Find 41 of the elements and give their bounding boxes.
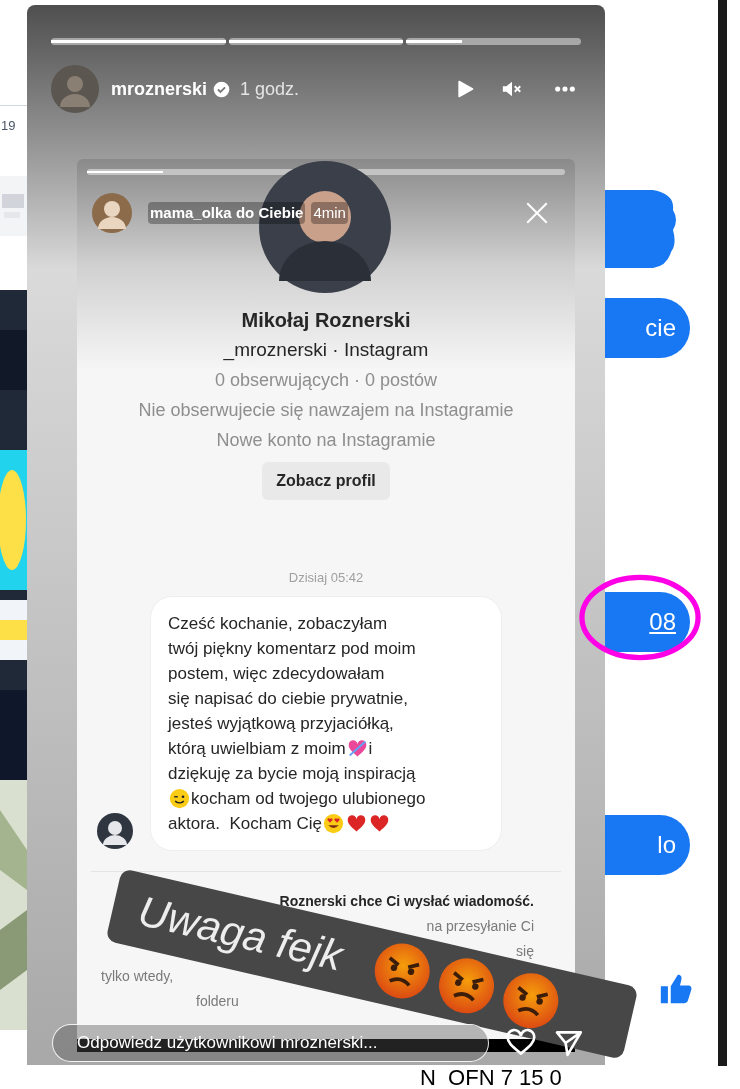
- heart-icon: [369, 813, 390, 834]
- message-text: twój piękny komentarz pod moim: [168, 637, 416, 660]
- message-text: Cześć kochanie, zobaczyłam: [168, 612, 388, 635]
- arrow-heart-icon: [346, 738, 368, 759]
- date-text: 19: [0, 117, 17, 135]
- message-text: aktora. Kocham Cię: [168, 812, 322, 835]
- profile-note: Nowe konto na Instagramie: [216, 429, 436, 452]
- timestamp: 4min: [311, 201, 348, 225]
- avatar: [92, 193, 132, 233]
- message-text: kocham od twojego ulubionego: [191, 787, 426, 810]
- profile-name: Mikołaj Roznerski: [241, 308, 411, 332]
- message-text: jesteś wyjątkową przyjaciółką,: [168, 712, 394, 735]
- request-text: na przesyłanie Ci: [426, 916, 534, 936]
- message-text: dziękuję za bycie moją inspiracją: [168, 762, 416, 785]
- view-profile-button[interactable]: Zobacz profil: [262, 462, 390, 500]
- request-text: folderu: [196, 991, 239, 1011]
- heart-icon: [346, 813, 367, 834]
- message-bubble: cie: [605, 298, 690, 358]
- username[interactable]: mroznerski: [111, 75, 208, 103]
- avatar: [97, 813, 133, 849]
- message-bubble: lo: [605, 815, 690, 875]
- caption-text: N OFN 7 15 0: [420, 1066, 563, 1089]
- close-icon[interactable]: [524, 200, 550, 226]
- wink-face-icon: [169, 788, 190, 809]
- request-text: się: [516, 941, 534, 961]
- request-text: tylko wtedy,: [101, 966, 174, 986]
- profile-stats: 0 obserwujących · 0 postów: [214, 369, 438, 392]
- message-text: się napisać do ciebie prywatnie,: [168, 687, 409, 710]
- date-text: Dzisiaj 05:42: [288, 570, 364, 586]
- request-title: Roznerski chce Ci wysłać wiadomość.: [279, 891, 534, 911]
- profile-handle: _mroznerski · Instagram: [223, 338, 429, 362]
- message-text: i: [368, 737, 373, 760]
- sender-text: mama_olka do Ciebie: [148, 201, 306, 225]
- heart-eyes-face-icon: [323, 813, 344, 834]
- reply-field[interactable]: Odpowiedz użytkownikowi mroznerski...: [52, 1024, 490, 1062]
- profile-note: Nie obserwujecie się nawzajem na Instagramie: [138, 399, 514, 422]
- timestamp: 1 godz.: [240, 77, 300, 101]
- message-text: którą uwielbiam z moim: [168, 737, 346, 760]
- message-bubble: 08: [605, 592, 690, 652]
- play-icon[interactable]: [455, 78, 475, 100]
- message-text: postem, więc zdecydowałam: [168, 662, 385, 685]
